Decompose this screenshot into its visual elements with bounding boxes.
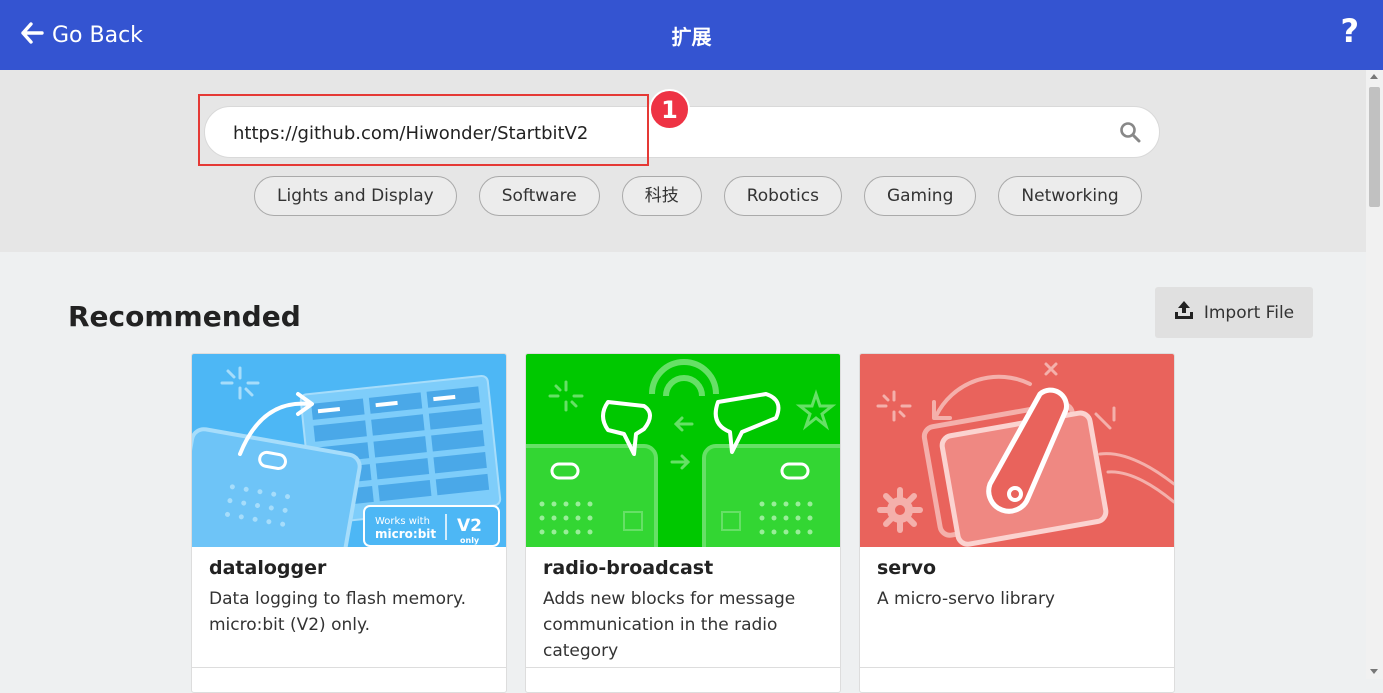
- section-title-recommended: Recommended: [68, 300, 301, 333]
- extension-card-radio-broadcast[interactable]: radio-broadcast Adds new blocks for mess…: [525, 353, 841, 693]
- help-button[interactable]: ?: [1340, 12, 1359, 50]
- category-chip-networking[interactable]: Networking: [998, 176, 1142, 216]
- search-icon[interactable]: [1119, 121, 1141, 147]
- extension-card-servo[interactable]: servo A micro-servo library: [859, 353, 1175, 693]
- card-title: radio-broadcast: [543, 557, 714, 579]
- datalogger-illustration: Works with micro:bit V2 only: [192, 354, 506, 547]
- import-file-button[interactable]: Import File: [1155, 287, 1313, 338]
- radio-broadcast-illustration: [526, 354, 840, 547]
- servo-illustration: [860, 354, 1174, 547]
- card-description: Data logging to flash memory. micro:bit …: [209, 589, 467, 635]
- card-divider: [526, 667, 840, 668]
- badge-only: only: [460, 536, 480, 545]
- card-description: Adds new blocks for message communicatio…: [543, 589, 796, 661]
- import-file-label: Import File: [1203, 302, 1295, 323]
- card-title: servo: [877, 557, 937, 579]
- badge-works-with: Works with: [375, 516, 430, 527]
- extension-card-datalogger[interactable]: Works with micro:bit V2 only datalogger …: [191, 353, 507, 693]
- annotation-highlight-box: [198, 94, 649, 166]
- search-section: 1 Lights and Display Software 科技 Robotic…: [0, 70, 1366, 252]
- card-divider: [860, 667, 1174, 668]
- vertical-scrollbar[interactable]: [1366, 70, 1383, 679]
- upload-icon: [1174, 300, 1194, 325]
- scroll-up-arrow-icon[interactable]: [1370, 74, 1378, 79]
- top-bar: Go Back 扩展 ?: [0, 0, 1383, 70]
- step-number-badge: 1: [649, 89, 690, 130]
- card-divider: [192, 667, 506, 668]
- scroll-down-arrow-icon[interactable]: [1370, 669, 1378, 674]
- page-title: 扩展: [671, 25, 712, 49]
- category-chip-science[interactable]: 科技: [621, 176, 702, 216]
- category-chip-lights-and-display[interactable]: Lights and Display: [254, 176, 457, 216]
- badge-v2: V2: [457, 516, 482, 536]
- category-chips: Lights and Display Software 科技 Robotics …: [254, 176, 1142, 216]
- category-chip-software[interactable]: Software: [478, 176, 600, 216]
- card-title: datalogger: [209, 557, 327, 579]
- category-chip-robotics[interactable]: Robotics: [723, 176, 842, 216]
- scroll-thumb[interactable]: [1369, 87, 1380, 207]
- category-chip-gaming[interactable]: Gaming: [863, 176, 977, 216]
- card-description: A micro-servo library: [877, 589, 1055, 609]
- badge-microbit: micro:bit: [375, 527, 436, 541]
